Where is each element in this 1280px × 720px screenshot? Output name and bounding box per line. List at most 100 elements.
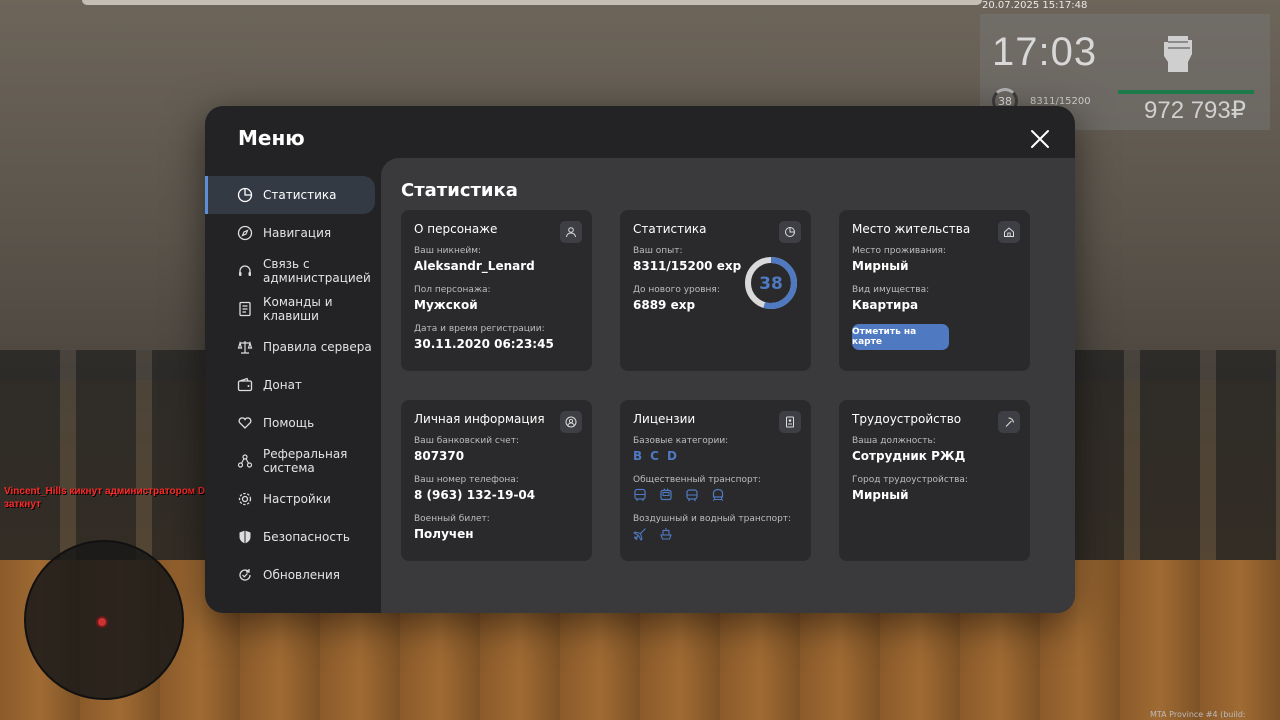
compass-icon xyxy=(237,225,253,241)
sidebar-item-label: Статистика xyxy=(263,188,337,202)
registration-value: 30.11.2020 06:23:45 xyxy=(414,337,554,351)
card-icon xyxy=(560,411,582,433)
phone-value: 8 (963) 132-19-04 xyxy=(414,488,536,502)
sidebar-item-navigation[interactable]: Навигация xyxy=(205,214,375,252)
sidebar-item-help[interactable]: Помощь xyxy=(205,404,375,442)
scales-icon xyxy=(237,340,253,354)
sidebar-item-label: Связь с администрацией xyxy=(263,257,371,285)
shield-icon xyxy=(239,530,251,544)
public-transport-icons xyxy=(633,488,798,502)
pie-chart-icon xyxy=(785,227,795,237)
license-categories: B C D xyxy=(633,449,798,463)
document-icon xyxy=(239,301,251,317)
level-ring: 38 xyxy=(745,257,797,309)
card-icon xyxy=(779,411,801,433)
build-info: MTA Province #4 (build: 6.12414.9 xyxy=(1150,710,1246,720)
card-icon xyxy=(560,221,582,243)
category-b: B xyxy=(633,449,643,463)
card-title: Место жительства xyxy=(852,222,971,236)
card-personal: Личная информация Ваш банковский счет: 8… xyxy=(401,400,592,561)
sidebar-item-label: Навигация xyxy=(263,226,332,240)
card-icon xyxy=(998,221,1020,243)
sidebar-item-label: Правила сервера xyxy=(263,340,372,354)
fist-icon xyxy=(1164,36,1192,72)
card-title: Личная информация xyxy=(414,412,545,426)
sidebar-item-referral[interactable]: Реферальная система xyxy=(205,442,375,480)
refresh-icon xyxy=(239,569,251,581)
trolleybus-icon xyxy=(660,488,672,501)
sidebar-item-label: Помощь xyxy=(263,416,315,430)
card-title: О персонаже xyxy=(414,222,498,236)
air-water-transport-label: Воздушный и водный транспорт: xyxy=(633,514,792,524)
property-label: Вид имущества: xyxy=(852,285,930,295)
sidebar-item-label: Безопасность xyxy=(263,530,350,544)
license-icon xyxy=(786,416,794,428)
bus-icon xyxy=(634,488,646,501)
close-icon[interactable] xyxy=(1029,128,1051,150)
ship-icon xyxy=(660,528,672,540)
military-label: Военный билет: xyxy=(414,514,490,524)
user-icon xyxy=(566,227,576,238)
sidebar-item-label: Донат xyxy=(263,378,302,392)
sidebar-item-label: Обновления xyxy=(263,568,341,582)
sidebar-item-donate[interactable]: Донат xyxy=(205,366,375,404)
gender-label: Пол персонажа: xyxy=(414,285,491,295)
registration-label: Дата и время регистрации: xyxy=(414,324,545,334)
hud-money: 972 793₽ xyxy=(1144,97,1247,124)
headset-icon xyxy=(239,265,251,276)
pickaxe-icon xyxy=(1005,417,1015,427)
home-icon xyxy=(1004,227,1014,237)
pie-chart-icon xyxy=(237,187,253,203)
sidebar-item-statistics[interactable]: Статистика xyxy=(205,176,375,214)
menu-title: Меню xyxy=(238,126,305,150)
card-character: О персонаже Ваш никнейм: Aleksandr_Lenar… xyxy=(401,210,592,371)
sidebar-item-label: Команды и клавиши xyxy=(263,295,333,323)
sidebar: Статистика Навигация Связь с администрац… xyxy=(205,176,381,594)
place-label: Место проживания: xyxy=(852,246,946,256)
card-icon xyxy=(779,221,801,243)
page-title: Статистика xyxy=(401,180,518,201)
sidebar-item-settings[interactable]: Настройки xyxy=(205,480,375,518)
card-title: Трудоустройство xyxy=(852,412,962,426)
phone-label: Ваш номер телефона: xyxy=(414,475,519,485)
tram-icon xyxy=(686,489,698,502)
heart-hand-icon xyxy=(238,417,252,429)
nickname-value: Aleksandr_Lenard xyxy=(414,259,535,273)
sidebar-item-rules[interactable]: Правила сервера xyxy=(205,328,375,366)
bank-value: 807370 xyxy=(414,449,465,463)
user-circle-icon xyxy=(565,416,577,428)
position-label: Ваша должность: xyxy=(852,436,936,446)
network-icon xyxy=(237,454,253,468)
place-value: Мирный xyxy=(852,259,909,273)
health-bar xyxy=(1118,90,1254,94)
sidebar-item-commands[interactable]: Команды и клавиши xyxy=(205,290,375,328)
sidebar-item-label: Реферальная система xyxy=(263,447,348,475)
card-residence: Место жительства Место проживания: Мирны… xyxy=(839,210,1030,371)
hud-time: 17:03 xyxy=(992,30,1098,74)
military-value: Получен xyxy=(414,527,474,541)
sidebar-item-security[interactable]: Безопасность xyxy=(205,518,375,556)
sidebar-item-updates[interactable]: Обновления xyxy=(205,556,375,594)
top-bar xyxy=(82,0,982,5)
card-statistics: Статистика Ваш опыт: 8311/15200 exp До н… xyxy=(620,210,811,371)
category-d: D xyxy=(666,449,677,463)
plane-icon xyxy=(633,528,646,541)
card-title: Статистика xyxy=(633,222,707,236)
gender-value: Мужской xyxy=(414,298,478,312)
exp-label: Ваш опыт: xyxy=(633,246,683,256)
sidebar-item-label: Настройки xyxy=(263,492,331,506)
minimap-marker xyxy=(96,616,108,628)
sidebar-item-contact-admin[interactable]: Связь с администрацией xyxy=(205,252,375,290)
category-c: C xyxy=(650,449,659,463)
card-employment: Трудоустройство Ваша должность: Сотрудни… xyxy=(839,400,1030,561)
hud-datetime: 20.07.2025 15:17:48 xyxy=(982,0,1088,11)
gear-icon xyxy=(238,492,252,506)
card-licenses: Лицензии Базовые категории: B C D Общест… xyxy=(620,400,811,561)
mark-on-map-button[interactable]: Отметить на карте xyxy=(852,324,949,350)
property-value: Квартира xyxy=(852,298,919,312)
content-area: Статистика О персонаже Ваш никнейм: Alek… xyxy=(381,158,1075,613)
bank-label: Ваш банковский счет: xyxy=(414,436,520,446)
menu-window: Меню Статистика Навигация Связь с админи… xyxy=(205,106,1075,613)
air-water-transport-icons xyxy=(633,527,798,541)
metro-icon xyxy=(712,488,724,502)
